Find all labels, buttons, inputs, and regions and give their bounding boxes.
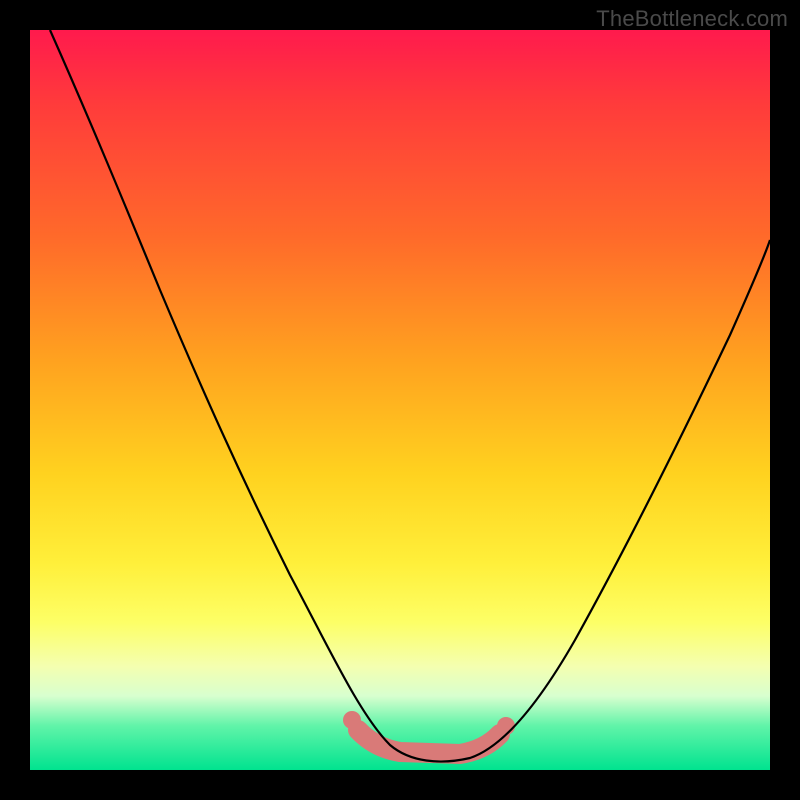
plot-area xyxy=(30,30,770,770)
main-curve xyxy=(50,30,770,762)
watermark-text: TheBottleneck.com xyxy=(596,6,788,32)
highlight-dot-right xyxy=(497,717,515,735)
chart-frame: TheBottleneck.com xyxy=(0,0,800,800)
highlight-dot-left xyxy=(343,711,361,729)
curve-svg xyxy=(30,30,770,770)
